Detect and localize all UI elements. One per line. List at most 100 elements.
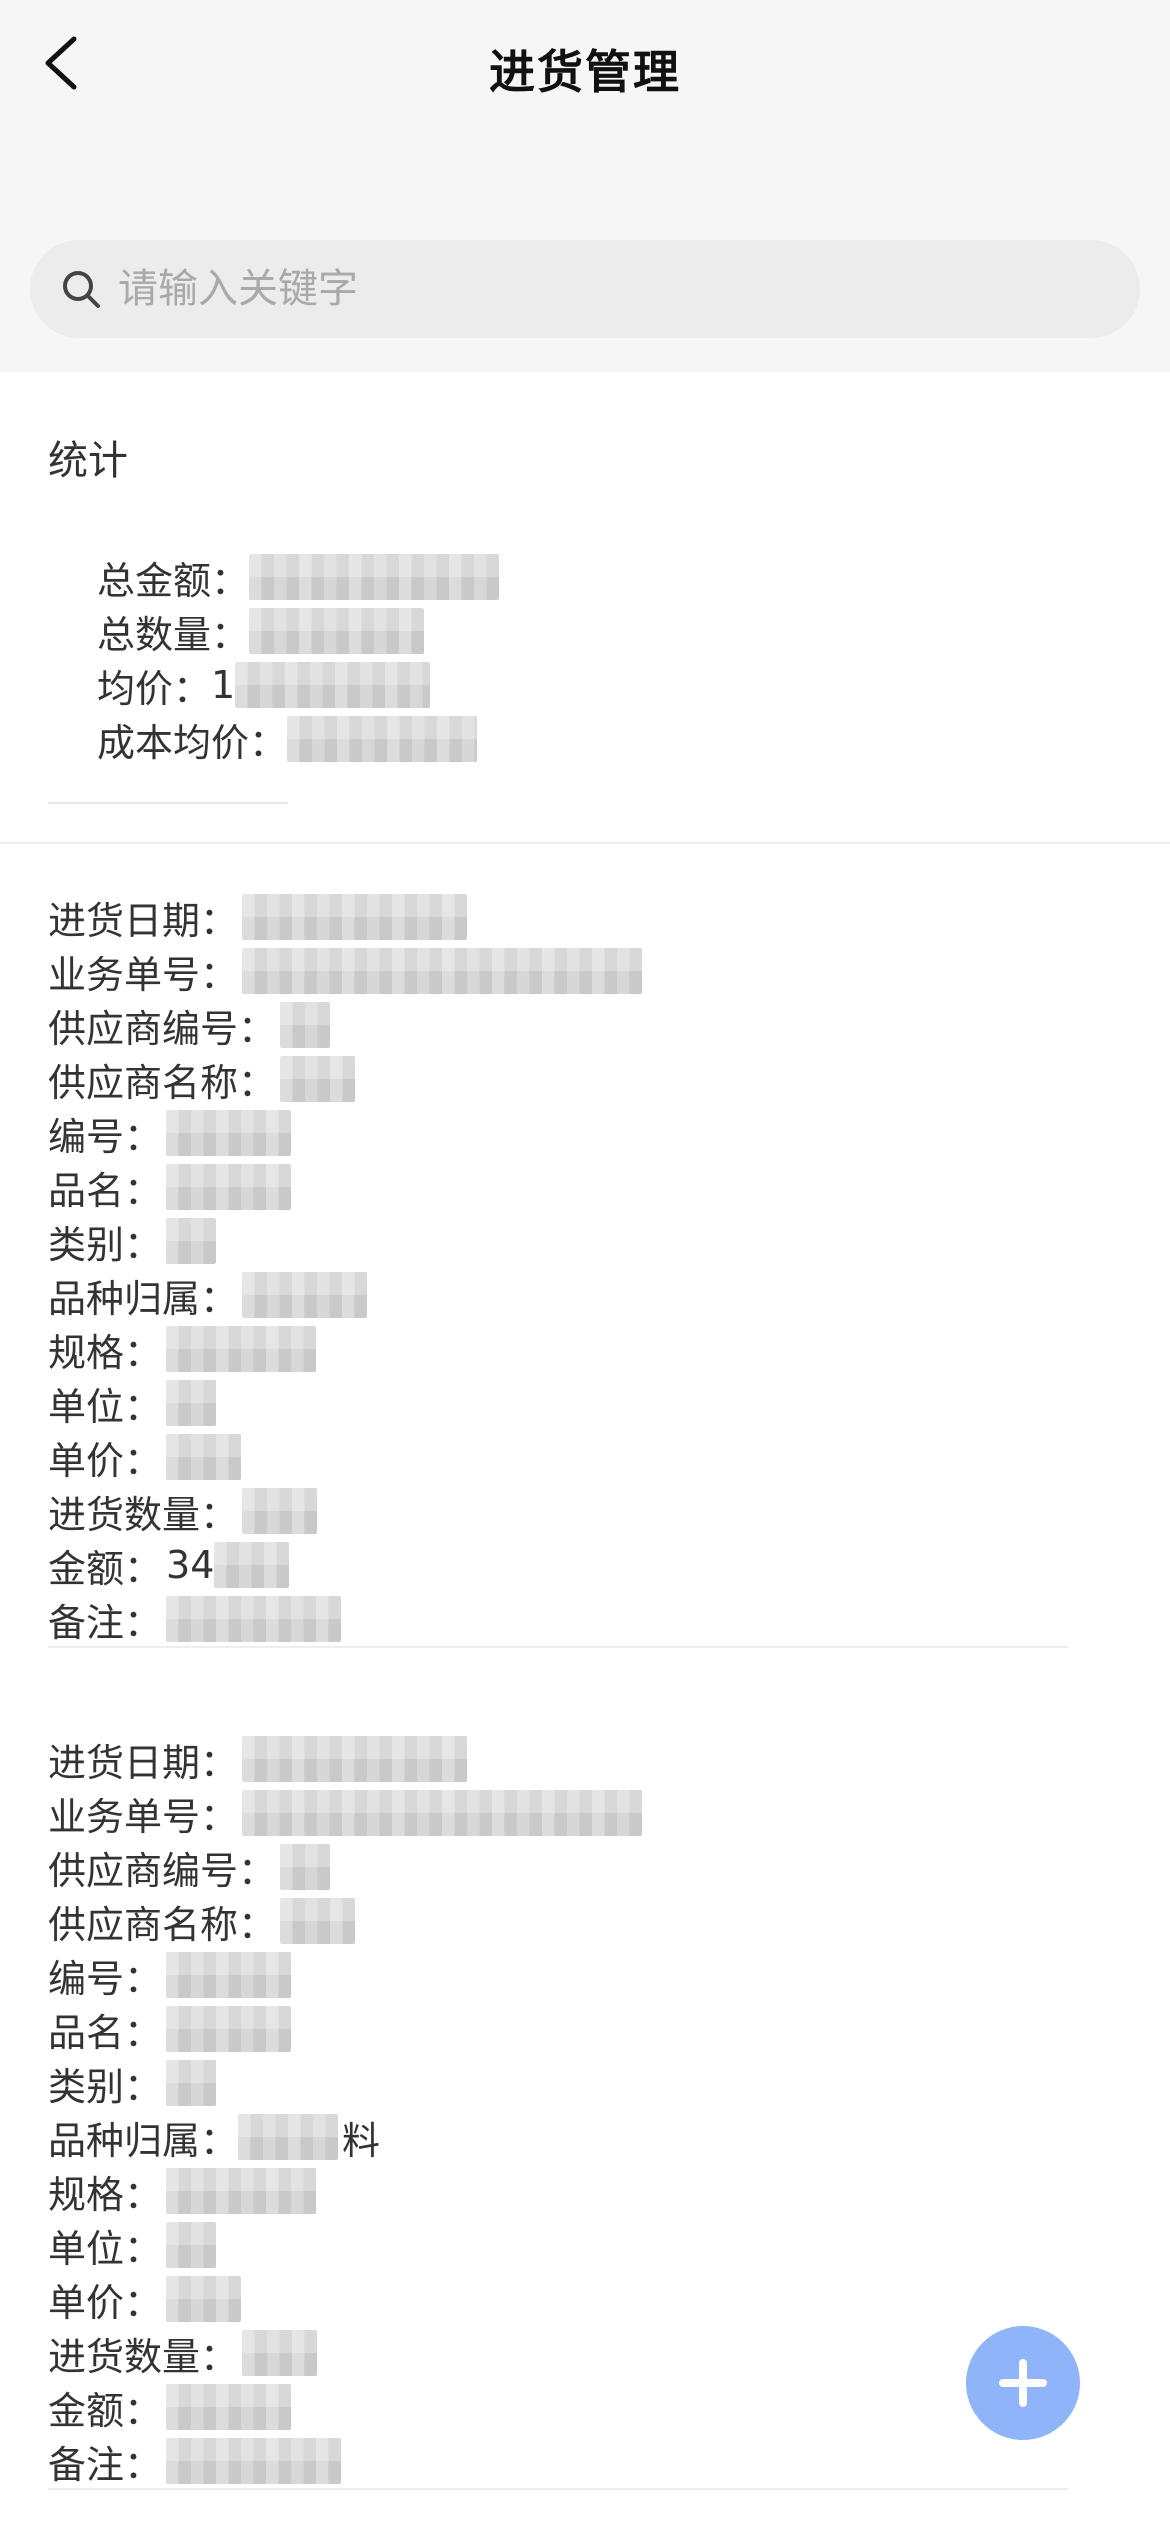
redacted-mosaic [166,1380,217,1426]
field-purchase-date: 进货日期： [48,1732,642,1786]
field-label: 单位： [48,1384,163,1429]
redacted-mosaic [166,2060,217,2106]
redacted-mosaic [166,2276,242,2322]
redacted-mosaic [166,1110,292,1156]
field-spec: 规格： [48,1322,642,1376]
field-label: 单位： [48,2226,163,2271]
field-unit: 单位： [48,2218,642,2272]
plus-icon [999,2359,1047,2407]
search-bar[interactable] [30,240,1140,338]
field-label: 编号： [48,1956,163,2001]
record-list: 进货日期： 业务单号： 供应商编号： 供应商名称： 编号： 品名： 类别： 品种… [0,890,1170,2532]
field-amount: 金额： [48,2380,642,2434]
field-remark: 备注： [48,1592,642,1646]
field-label: 品名： [48,2010,163,2055]
field-label: 备注： [48,1600,163,1645]
redacted-mosaic [166,1434,242,1480]
field-label: 品种归属： [48,1276,239,1321]
field-label: 供应商编号： [48,1006,277,1051]
field-label: 供应商名称： [48,1902,277,1947]
field-label: 业务单号： [48,1794,239,1839]
field-order-number: 业务单号： [48,1786,643,1840]
field-label: 规格： [48,2172,163,2217]
field-label: 进货日期： [48,1740,239,1785]
redacted-mosaic [242,1488,318,1534]
redacted-mosaic [287,716,478,762]
field-label: 金额： [48,1546,163,1591]
stat-label: 均价： [97,666,212,711]
redacted-mosaic [166,1326,317,1372]
field-item-code: 编号： [48,1106,642,1160]
field-variety: 品种归属： 料 [48,2110,642,2164]
stat-value: 1 [211,663,236,707]
stat-row-cost-average: 成本均价： [97,712,499,766]
field-value: 34 [166,1543,215,1587]
field-label: 类别： [48,2064,163,2109]
stat-label: 总金额： [97,558,250,603]
field-label: 进货数量： [48,1492,239,1537]
field-label: 供应商编号： [48,1848,277,1893]
redacted-mosaic [166,2438,342,2484]
redacted-mosaic [238,2114,339,2160]
redacted-mosaic [166,1596,342,1642]
field-label: 规格： [48,1330,163,1375]
redacted-mosaic [249,608,425,654]
field-unit-price: 单价： [48,1430,642,1484]
record-card[interactable]: 进货日期： 业务单号： 供应商编号： 供应商名称： 编号： 品名： 类别： 品种… [0,890,1170,1732]
field-product-name: 品名： [48,1160,642,1214]
redacted-mosaic [280,1844,331,1890]
redacted-mosaic [242,1736,468,1782]
field-unit: 单位： [48,1376,642,1430]
field-label: 备注： [48,2442,163,2487]
field-label: 编号： [48,1114,163,1159]
field-label: 业务单号： [48,952,239,997]
header-area: 进货管理 [0,0,1170,372]
redacted-mosaic [280,1002,331,1048]
stat-row-average-price: 均价： 1 [97,658,499,712]
field-item-code: 编号： [48,1948,642,2002]
redacted-mosaic [242,2330,318,2376]
field-remark: 备注： [48,2434,642,2488]
record-fields: 进货日期： 业务单号： 供应商编号： 供应商名称： 编号： 品名： 类别： 品种… [48,1732,643,2488]
redacted-mosaic [214,1542,290,1588]
redacted-mosaic [280,1898,356,1944]
search-input[interactable] [118,266,1098,312]
redacted-mosaic [166,2384,292,2430]
field-unit-price: 单价： [48,2272,642,2326]
field-label: 进货日期： [48,898,239,943]
redacted-mosaic [242,1272,368,1318]
field-label: 类别： [48,1222,163,1267]
stats-section: 统计 总金额： 总数量： 均价： 1 成本均价： [0,372,1170,844]
stats-list: 总金额： 总数量： 均价： 1 成本均价： [97,550,500,766]
field-variety: 品种归属： [48,1268,642,1322]
field-supplier-name: 供应商名称： [48,1894,642,1948]
stat-row-total-amount: 总金额： [97,550,500,604]
field-purchase-date: 进货日期： [48,890,642,944]
field-supplier-code: 供应商编号： [48,1840,642,1894]
redacted-mosaic [242,894,468,940]
field-product-name: 品名： [48,2002,642,2056]
redacted-mosaic [166,1218,217,1264]
redacted-mosaic [249,554,500,600]
redacted-mosaic [166,2006,292,2052]
nav-bar: 进货管理 [0,0,1170,140]
card-divider [48,2488,1068,2490]
field-order-number: 业务单号： [48,944,643,998]
redacted-mosaic [242,1790,643,1836]
field-category: 类别： [48,1214,642,1268]
field-quantity: 进货数量： [48,1484,642,1538]
field-label: 品名： [48,1168,163,1213]
field-supplier-name: 供应商名称： [48,1052,642,1106]
stat-label: 总数量： [97,612,250,657]
stats-title: 统计 [48,438,128,484]
stats-divider [48,802,288,804]
redacted-mosaic [166,2168,317,2214]
field-label: 金额： [48,2388,163,2433]
add-record-button[interactable] [966,2326,1080,2440]
field-label: 进货数量： [48,2334,239,2379]
search-icon [58,266,104,312]
field-label: 单价： [48,1438,163,1483]
redacted-mosaic [166,1952,292,1998]
redacted-mosaic [166,1164,292,1210]
field-label: 品种归属： [48,2118,239,2163]
